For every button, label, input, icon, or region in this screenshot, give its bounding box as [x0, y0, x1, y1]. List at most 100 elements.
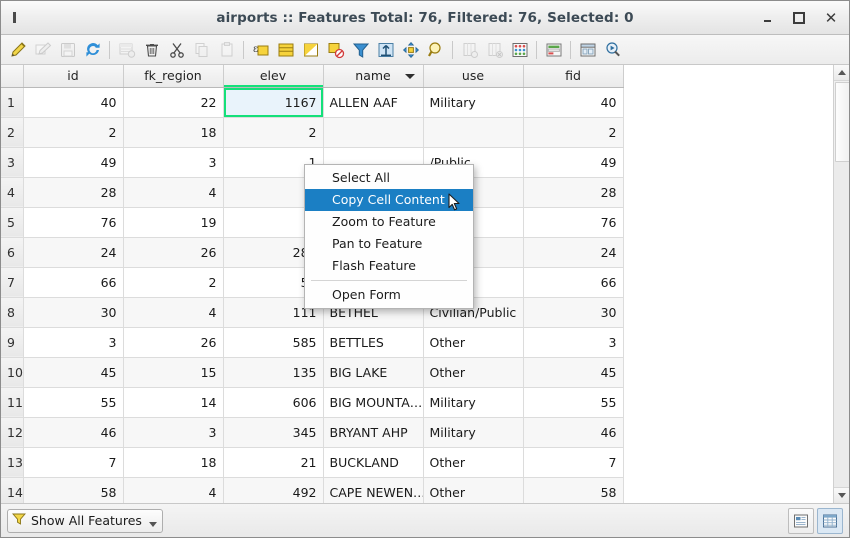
table-row[interactable]: 2 2 18 2 2 [1, 117, 624, 148]
cell-id[interactable]: 7 [23, 447, 124, 478]
cell-id[interactable]: 2 [23, 117, 124, 148]
table-row[interactable]: 9 3 26 585 BETTLES Other 3 [1, 327, 624, 358]
cell-fk_region[interactable]: 14 [123, 387, 224, 418]
row-header[interactable]: 7 [1, 267, 24, 298]
row-header[interactable]: 14 [1, 477, 24, 503]
cell-elev[interactable]: 585 [223, 327, 324, 358]
field-calculator-icon[interactable] [507, 37, 532, 62]
table-row[interactable]: 13 7 18 21 BUCKLAND Other 7 [1, 447, 624, 478]
cell-elev[interactable]: 135 [223, 357, 324, 388]
cell-fk_region[interactable]: 19 [123, 207, 224, 238]
table-row[interactable]: 1 40 22 1167 ALLEN AAF Military 40 [1, 87, 624, 118]
cell-elev[interactable]: 345 [223, 417, 324, 448]
row-header[interactable]: 9 [1, 327, 24, 358]
column-header-fid[interactable]: fid [523, 65, 624, 88]
vertical-scrollbar[interactable] [833, 65, 849, 503]
cell-fid[interactable]: 30 [523, 297, 624, 328]
table-corner-header[interactable] [1, 65, 24, 88]
cell-elev[interactable]: 606 [223, 387, 324, 418]
cell-id[interactable]: 49 [23, 147, 124, 178]
cell-fid[interactable]: 7 [523, 447, 624, 478]
row-header[interactable]: 12 [1, 417, 24, 448]
cell-fk_region[interactable]: 2 [123, 267, 224, 298]
cell-name[interactable]: BUCKLAND [323, 447, 424, 478]
close-button[interactable]: ✕ [823, 10, 839, 26]
cell-use[interactable]: Other [423, 477, 524, 503]
select-by-expression-icon[interactable]: ε [248, 37, 273, 62]
actions-icon[interactable] [600, 37, 625, 62]
cell-fk_region[interactable]: 4 [123, 477, 224, 503]
cell-id[interactable]: 76 [23, 207, 124, 238]
cell-id[interactable]: 3 [23, 327, 124, 358]
cell-name[interactable]: BETTLES [323, 327, 424, 358]
cell-fid[interactable]: 46 [523, 417, 624, 448]
cell-name[interactable]: BIG LAKE [323, 357, 424, 388]
filter-expression-icon[interactable] [348, 37, 373, 62]
cell-fid[interactable]: 45 [523, 357, 624, 388]
cell-use[interactable] [423, 117, 524, 148]
maximize-button[interactable] [791, 10, 807, 26]
move-selection-top-icon[interactable] [373, 37, 398, 62]
cell-fk_region[interactable]: 18 [123, 447, 224, 478]
row-header[interactable]: 1 [1, 87, 24, 118]
context-menu-item-flash-feature[interactable]: Flash Feature [305, 255, 473, 277]
delete-selected-icon[interactable] [139, 37, 164, 62]
cell-use[interactable]: Military [423, 417, 524, 448]
form-view-button[interactable] [788, 507, 814, 534]
row-header[interactable]: 6 [1, 237, 24, 268]
conditional-formatting-icon[interactable] [541, 37, 566, 62]
pan-to-selection-icon[interactable] [398, 37, 423, 62]
row-header[interactable]: 2 [1, 117, 24, 148]
column-header-use[interactable]: use [423, 65, 524, 88]
cell-fid[interactable]: 40 [523, 87, 624, 118]
row-header[interactable]: 4 [1, 177, 24, 208]
cell-fid[interactable]: 3 [523, 327, 624, 358]
scroll-down-button[interactable] [834, 487, 849, 503]
cell-fid[interactable]: 24 [523, 237, 624, 268]
cell-fid[interactable]: 28 [523, 177, 624, 208]
invert-selection-icon[interactable] [298, 37, 323, 62]
table-view-button[interactable] [817, 507, 843, 534]
cell-id[interactable]: 40 [23, 87, 124, 118]
cell-name[interactable]: CAPE NEWEN… [323, 477, 424, 503]
cell-fk_region[interactable]: 18 [123, 117, 224, 148]
column-header-name[interactable]: name [323, 65, 424, 88]
cell-use[interactable]: Military [423, 387, 524, 418]
context-menu-item-select-all[interactable]: Select All [305, 167, 473, 189]
cell-name[interactable]: ALLEN AAF [323, 87, 424, 118]
cell-fk_region[interactable]: 26 [123, 237, 224, 268]
cell-id[interactable]: 45 [23, 357, 124, 388]
row-header[interactable]: 3 [1, 147, 24, 178]
context-menu-item-zoom-to-feature[interactable]: Zoom to Feature [305, 211, 473, 233]
minimize-button[interactable] [759, 10, 775, 26]
cell-elev[interactable]: 21 [223, 447, 324, 478]
table-row[interactable]: 12 46 3 345 BRYANT AHP Military 46 [1, 417, 624, 448]
cell-id[interactable]: 66 [23, 267, 124, 298]
cell-elev[interactable]: 2 [223, 117, 324, 148]
toggle-editing-icon[interactable] [5, 37, 30, 62]
cell-fid[interactable]: 55 [523, 387, 624, 418]
window-menu-icon[interactable] [1, 1, 27, 34]
column-header-elev[interactable]: elev [223, 65, 324, 88]
cell-fk_region[interactable]: 26 [123, 327, 224, 358]
column-header-fk_region[interactable]: fk_region [123, 65, 224, 88]
row-header[interactable]: 13 [1, 447, 24, 478]
scroll-up-button[interactable] [834, 65, 849, 81]
cell-use[interactable]: Military [423, 87, 524, 118]
cell-name[interactable]: BIG MOUNTA… [323, 387, 424, 418]
cell-fid[interactable]: 49 [523, 147, 624, 178]
feature-filter-dropdown[interactable]: Show All Features [7, 508, 163, 533]
cell-id[interactable]: 55 [23, 387, 124, 418]
cell-id[interactable]: 24 [23, 237, 124, 268]
table-row[interactable]: 11 55 14 606 BIG MOUNTA… Military 55 [1, 387, 624, 418]
cell-id[interactable]: 46 [23, 417, 124, 448]
context-menu-item-open-form[interactable]: Open Form [305, 284, 473, 306]
cell-fk_region[interactable]: 22 [123, 87, 224, 118]
cell-use[interactable]: Other [423, 327, 524, 358]
row-header[interactable]: 5 [1, 207, 24, 238]
row-header[interactable]: 11 [1, 387, 24, 418]
cell-fid[interactable]: 66 [523, 267, 624, 298]
row-header[interactable]: 8 [1, 297, 24, 328]
cut-features-icon[interactable] [164, 37, 189, 62]
column-header-id[interactable]: id [23, 65, 124, 88]
